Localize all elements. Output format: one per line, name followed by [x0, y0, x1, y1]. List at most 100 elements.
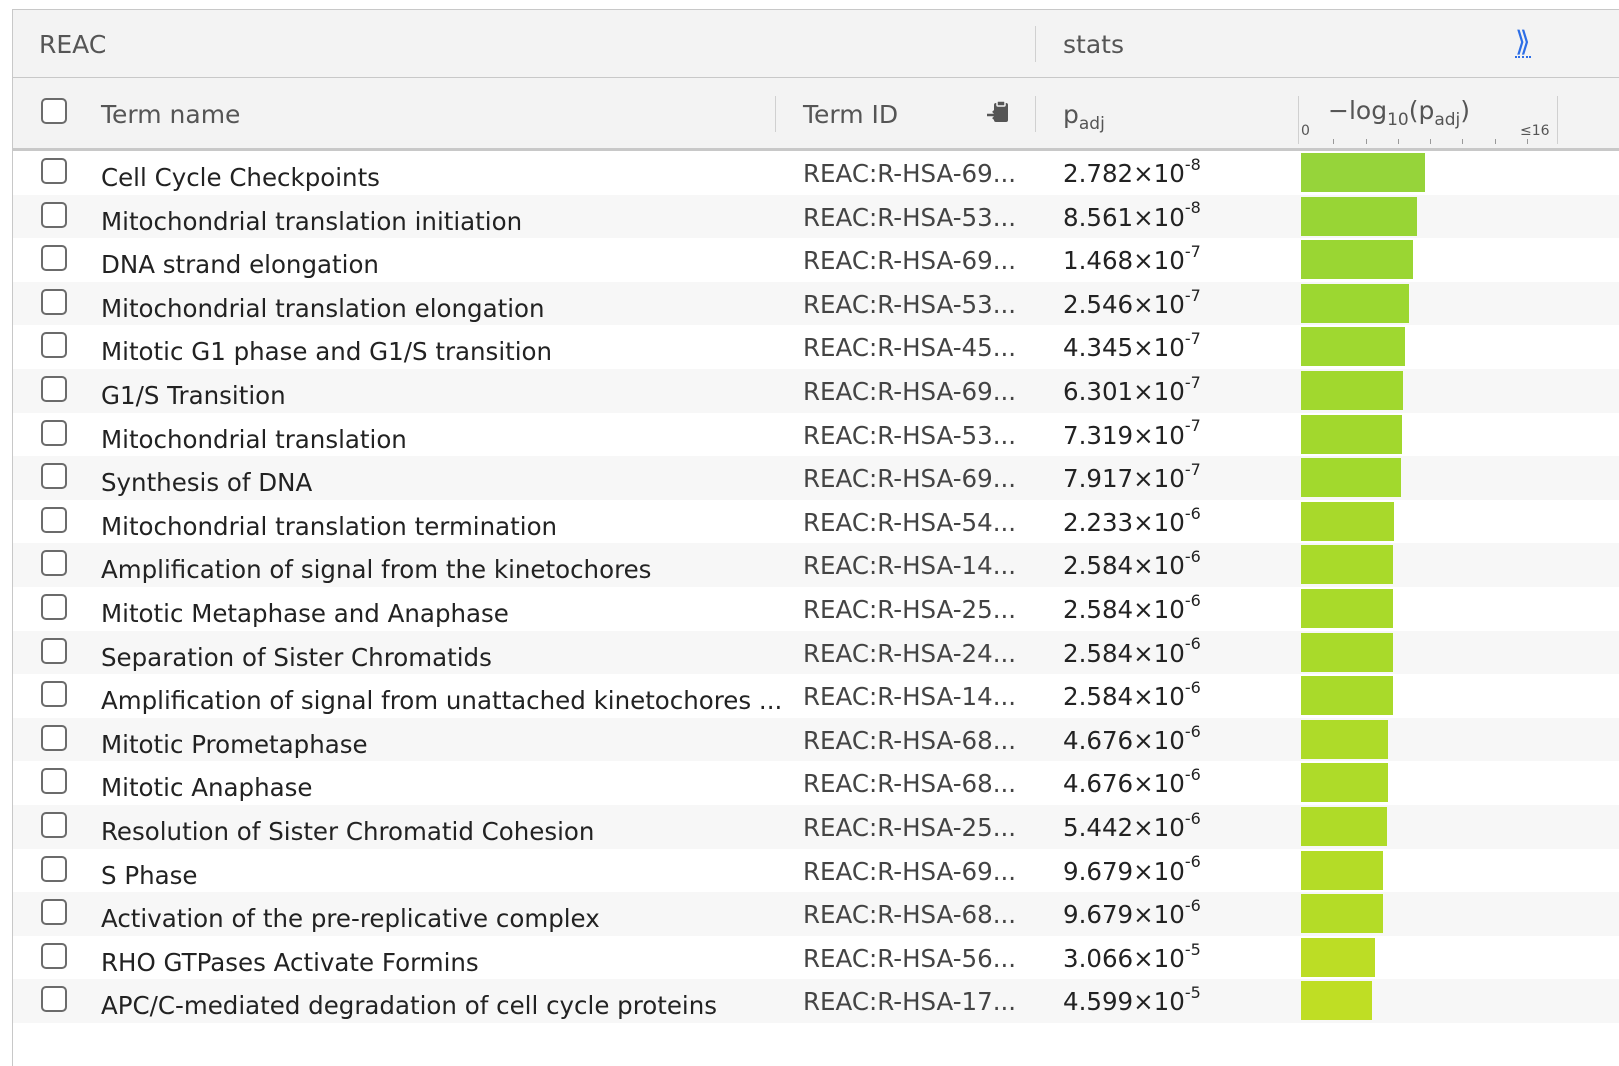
row-checkbox[interactable] — [41, 986, 67, 1013]
neglog-bar[interactable] — [1301, 501, 1394, 541]
padj-value: 2.584×10-6 — [1063, 592, 1201, 624]
term-name-header[interactable]: Term name — [101, 100, 240, 129]
stats-label: stats — [1063, 30, 1124, 59]
term-id-link[interactable]: REAC:R-HSA-69... — [803, 377, 1016, 406]
padj-exponent: -6 — [1184, 547, 1201, 567]
neglog-bar[interactable] — [1301, 589, 1393, 628]
neglog-bar[interactable] — [1301, 676, 1393, 716]
table-row[interactable]: G1/S Transition REAC:R-HSA-69... 6.301×10-… — [13, 369, 1619, 413]
term-id-link[interactable]: REAC:R-HSA-69... — [803, 857, 1016, 886]
term-id-link[interactable]: REAC:R-HSA-53... — [803, 203, 1016, 232]
table-row[interactable]: Mitotic Prometaphase REAC:R-HSA-68... 4.67… — [13, 717, 1619, 762]
term-id-link[interactable]: REAC:R-HSA-14... — [803, 682, 1016, 711]
row-checkbox[interactable] — [41, 419, 67, 446]
axis-tick — [1430, 139, 1431, 144]
table-row[interactable]: Separation of Sister Chromatids REAC:R-HS… — [13, 630, 1619, 675]
neglog-bar[interactable] — [1301, 153, 1425, 192]
neglog-bar[interactable] — [1301, 458, 1402, 498]
padj-value: 2.584×10-6 — [1063, 549, 1201, 581]
row-checkbox[interactable] — [41, 768, 67, 795]
row-checkbox[interactable] — [41, 899, 67, 926]
term-id-link[interactable]: REAC:R-HSA-68... — [803, 769, 1016, 798]
neglog-bar[interactable] — [1301, 763, 1389, 803]
padj-value: 3.066×10-5 — [1063, 941, 1201, 973]
row-checkbox[interactable] — [41, 812, 67, 838]
row-checkbox[interactable] — [41, 332, 67, 359]
row-checkbox[interactable] — [41, 376, 67, 402]
term-id-header[interactable]: Term ID — [803, 100, 898, 129]
table-row[interactable]: Mitotic G1 phase and G1/S transition REAC… — [13, 325, 1619, 369]
neglog-bar[interactable] — [1301, 937, 1375, 977]
term-id-link[interactable]: REAC:R-HSA-56... — [803, 944, 1016, 973]
row-checkbox[interactable] — [41, 158, 67, 184]
table-row[interactable]: APC/C-mediated degradation of cell cycle… — [13, 979, 1619, 1023]
term-id-link[interactable]: REAC:R-HSA-68... — [803, 726, 1016, 755]
expand-columns-icon[interactable]: ⟫ — [1515, 28, 1531, 58]
padj-header[interactable]: padj — [1063, 100, 1105, 134]
neglog-bar[interactable] — [1301, 719, 1389, 759]
neglog-bar[interactable] — [1301, 632, 1393, 672]
row-checkbox[interactable] — [41, 594, 67, 620]
term-id-link[interactable]: REAC:R-HSA-14... — [803, 551, 1016, 580]
term-id-link[interactable]: REAC:R-HSA-25... — [803, 813, 1016, 842]
neglog-bar[interactable] — [1301, 196, 1417, 236]
neglog-header[interactable]: −log10(padj) — [1328, 96, 1470, 130]
clipboard-copy-icon[interactable] — [985, 98, 1013, 126]
term-id-link[interactable]: REAC:R-HSA-17... — [803, 987, 1016, 1016]
padj-value: 6.301×10-7 — [1063, 374, 1201, 406]
table-row[interactable]: DNA strand elongation REAC:R-HSA-69... 1.4… — [13, 238, 1619, 282]
term-id-link[interactable]: REAC:R-HSA-69... — [803, 159, 1016, 188]
neglog-bar[interactable] — [1301, 327, 1406, 367]
table-row[interactable]: Mitochondrial translation REAC:R-HSA-53..… — [13, 413, 1619, 457]
row-checkbox[interactable] — [41, 201, 67, 228]
row-checkbox[interactable] — [41, 245, 67, 272]
row-checkbox[interactable] — [41, 637, 67, 664]
row-checkbox[interactable] — [41, 855, 67, 882]
table-row[interactable]: Mitotic Anaphase REAC:R-HSA-68... 4.676×10… — [13, 761, 1619, 805]
term-id-link[interactable]: REAC:R-HSA-24... — [803, 639, 1016, 668]
table-row[interactable]: S Phase REAC:R-HSA-69... 9.679×10-6 — [13, 849, 1619, 893]
column-header-row: Term name Term ID padj −log10(padj) 0 ≤1… — [13, 78, 1619, 151]
row-checkbox[interactable] — [41, 724, 67, 751]
row-checkbox[interactable] — [41, 942, 67, 969]
padj-value: 2.233×10-6 — [1063, 505, 1201, 537]
table-row[interactable]: Cell Cycle Checkpoints REAC:R-HSA-69... 2.… — [13, 151, 1619, 195]
term-id-link[interactable]: REAC:R-HSA-69... — [803, 464, 1016, 493]
neglog-bar[interactable] — [1301, 240, 1413, 280]
term-id-link[interactable]: REAC:R-HSA-53... — [803, 421, 1016, 450]
neglog-bar[interactable] — [1301, 545, 1393, 585]
table-row[interactable]: Amplification of signal from the kinetoc… — [13, 543, 1619, 587]
row-checkbox[interactable] — [41, 681, 67, 708]
row-checkbox[interactable] — [41, 288, 67, 315]
table-row[interactable]: Amplification of signal from unattached … — [13, 674, 1619, 718]
table-row[interactable]: Resolution of Sister Chromatid Cohesion R… — [13, 805, 1619, 849]
term-id-link[interactable]: REAC:R-HSA-45... — [803, 333, 1016, 362]
padj-exponent: -7 — [1184, 242, 1201, 262]
table-row[interactable]: Mitochondrial translation termination REA… — [13, 500, 1619, 544]
term-id-link[interactable]: REAC:R-HSA-53... — [803, 290, 1016, 319]
row-checkbox[interactable] — [41, 506, 67, 533]
neglog-bar[interactable] — [1301, 414, 1402, 454]
row-checkbox[interactable] — [41, 463, 67, 490]
term-name: Amplification of signal from unattached … — [101, 686, 783, 716]
divider — [1557, 96, 1558, 144]
table-row[interactable]: Mitochondrial translation elongation REAC… — [13, 281, 1619, 326]
table-row[interactable]: Synthesis of DNA REAC:R-HSA-69... 7.917×10… — [13, 456, 1619, 500]
table-row[interactable]: RHO GTPases Activate Formins REAC:R-HSA-5… — [13, 936, 1619, 980]
table-row[interactable]: Mitochondrial translation initiation REAC… — [13, 194, 1619, 239]
neglog-bar[interactable] — [1301, 283, 1410, 323]
table-row[interactable]: Mitotic Metaphase and Anaphase REAC:R-HSA… — [13, 587, 1619, 631]
neglog-bar[interactable] — [1301, 807, 1388, 846]
neglog-bar[interactable] — [1301, 850, 1384, 890]
term-id-link[interactable]: REAC:R-HSA-54... — [803, 508, 1016, 537]
neglog-bar[interactable] — [1301, 371, 1403, 410]
term-id-link[interactable]: REAC:R-HSA-25... — [803, 595, 1016, 624]
neglog-bar[interactable] — [1301, 981, 1373, 1021]
select-all-checkbox[interactable] — [41, 98, 67, 124]
term-id-link[interactable]: REAC:R-HSA-69... — [803, 246, 1016, 275]
row-checkbox[interactable] — [41, 550, 67, 577]
term-id-link[interactable]: REAC:R-HSA-68... — [803, 900, 1016, 929]
neglog-bar[interactable] — [1301, 894, 1384, 934]
table-row[interactable]: Activation of the pre-replicative comple… — [13, 892, 1619, 936]
neglog-base: 10 — [1387, 110, 1409, 130]
